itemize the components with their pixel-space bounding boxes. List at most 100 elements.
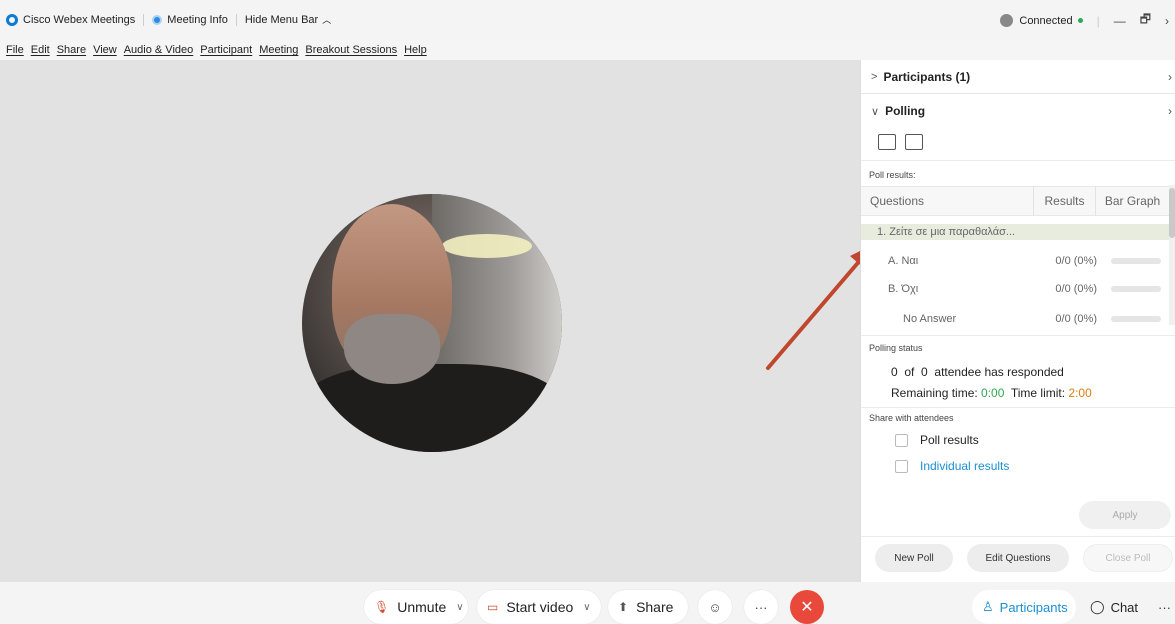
close-poll-button[interactable]: Close Poll [1083,544,1173,572]
answer-bar [1111,286,1161,292]
video-stage [0,60,860,582]
share-label: Share [636,599,674,615]
muted-mic-icon: 🎙 [374,600,390,614]
polling-section-header[interactable]: ∨ Polling › [861,94,1175,128]
chevron-down-icon[interactable]: ∨ [456,602,463,613]
close-window-button[interactable]: › [1165,14,1169,28]
chat-button[interactable]: ◯ Chat [1080,590,1142,624]
poll-results-checkbox[interactable] [895,433,908,447]
side-panel: > Participants (1) › ∨ Polling › Poll re… [860,60,1175,582]
start-video-label: Start video [506,599,574,615]
participants-header: Participants (1) [883,69,971,84]
participants-icon: ♙ [982,599,994,614]
end-meeting-button[interactable]: ✕ [790,590,824,624]
meeting-info-icon [152,14,163,25]
poll-results-text: Poll results [920,433,979,447]
menu-view[interactable]: View [93,44,117,56]
participants-button[interactable]: ♙ Participants [972,590,1076,624]
polling-status-label: Polling status [869,343,923,353]
chevron-down-icon[interactable]: ∨ [583,602,590,613]
close-polling-icon[interactable]: › [1168,104,1172,118]
menu-help[interactable]: Help [404,44,427,56]
answer-result: 0/0 (0%) [1055,283,1097,295]
status-dot-icon [1077,18,1083,23]
chat-icon: ◯ [1090,599,1105,614]
chevron-right-icon: > [871,70,878,83]
menu-meeting[interactable]: Meeting [259,44,298,56]
smiley-icon: ☺ [708,599,722,615]
webex-logo-icon [6,13,18,26]
chevron-up-icon: ︿ [322,15,332,25]
individual-results-checkbox[interactable] [895,459,908,473]
save-poll-icon[interactable] [905,134,923,150]
reactions-button[interactable]: ☺ [698,590,732,624]
unmute-button[interactable]: 🎙 Unmute ∨ [364,590,468,624]
poll-results-label: Poll results: [869,170,916,180]
answer-bar [1111,316,1161,322]
answer-row[interactable]: No Answer 0/0 (0%) [861,309,1169,329]
time-line: Remaining time: 0:00 Time limit: 2:00 [891,386,1092,400]
minimize-button[interactable]: — [1114,14,1126,28]
video-off-icon: ▭ [487,600,499,614]
individual-results-text: Individual results [920,459,1010,473]
answer-label: A. Ναι [888,255,919,267]
answer-bar [1111,258,1161,264]
menu-share[interactable]: Share [57,44,86,56]
col-results[interactable]: Results [1034,186,1096,216]
menu-bar: File Edit Share View Audio & Video Parti… [0,40,1175,60]
responded-total: 0 [921,365,928,379]
col-questions[interactable]: Questions [861,186,1034,216]
menu-file[interactable]: File [6,44,24,56]
app-name: Cisco Webex Meetings [23,13,136,26]
results-scroll-thumb[interactable] [1169,188,1175,238]
time-limit-label: Time limit: [1010,386,1066,400]
menu-edit[interactable]: Edit [31,44,50,56]
more-options-button[interactable]: ··· [744,590,778,624]
chevron-down-icon: ∨ [871,105,880,118]
responded-line: 0 of 0 attendee has responded [891,365,1064,379]
meeting-info-button[interactable]: Meeting Info [167,14,228,26]
answer-row[interactable]: B. Όχι 0/0 (0%) [861,279,1169,299]
results-table-header: Questions Results Bar Graph [861,186,1169,216]
share-button[interactable]: ⬆ Share [608,590,688,624]
time-limit-value: 2:00 [1068,386,1092,400]
connection-status[interactable]: Connected [1019,15,1072,27]
restore-button[interactable]: 🗗 [1140,10,1151,31]
new-poll-button[interactable]: New Poll [875,544,953,572]
question-row[interactable]: 1. Ζείτε σε μια παραθαλάσ... [861,224,1169,240]
responded-count: 0 [891,365,898,379]
menu-participant[interactable]: Participant [200,44,252,56]
hide-menu-bar-button[interactable]: Hide Menu Bar [245,14,318,26]
edit-questions-button[interactable]: Edit Questions [967,544,1069,572]
share-poll-results-option[interactable]: Poll results [895,433,979,447]
participants-label: Participants [999,599,1068,615]
col-bar-graph[interactable]: Bar Graph [1096,194,1169,208]
participant-video [302,194,562,452]
overflow-menu-button[interactable]: ··· [1148,590,1174,624]
unmute-label: Unmute [397,599,447,615]
share-with-attendees-label: Share with attendees [869,413,954,423]
answer-label: B. Όχι [888,283,919,295]
polling-header: Polling [885,104,926,118]
poll-toolbar [878,134,932,150]
connection-icon [1000,14,1014,27]
answer-row[interactable]: A. Ναι 0/0 (0%) [861,251,1169,271]
remaining-label: Remaining time: [891,386,978,400]
participants-section-header[interactable]: > Participants (1) › [861,60,1175,94]
menu-breakout-sessions[interactable]: Breakout Sessions [305,44,397,56]
responded-text: attendee has responded [934,365,1064,379]
share-individual-results-option[interactable]: Individual results [895,459,1009,473]
chat-label: Chat [1110,599,1139,615]
meeting-controls-bar: 🎙 Unmute ∨ ▭ Start video ∨ ⬆ Share ☺ ···… [0,582,1175,624]
title-bar: Cisco Webex Meetings Meeting Info Hide M… [0,0,1175,40]
start-video-button[interactable]: ▭ Start video ∨ [477,590,601,624]
responded-of: of [904,365,915,379]
remaining-value: 0:00 [981,386,1005,400]
close-participants-icon[interactable]: › [1168,70,1172,84]
apply-button[interactable]: Apply [1079,501,1171,529]
open-poll-icon[interactable] [878,134,896,150]
share-icon: ⬆ [618,600,629,614]
answer-result: 0/0 (0%) [1055,313,1097,325]
menu-audio-video[interactable]: Audio & Video [124,44,194,56]
answer-result: 0/0 (0%) [1055,255,1097,267]
